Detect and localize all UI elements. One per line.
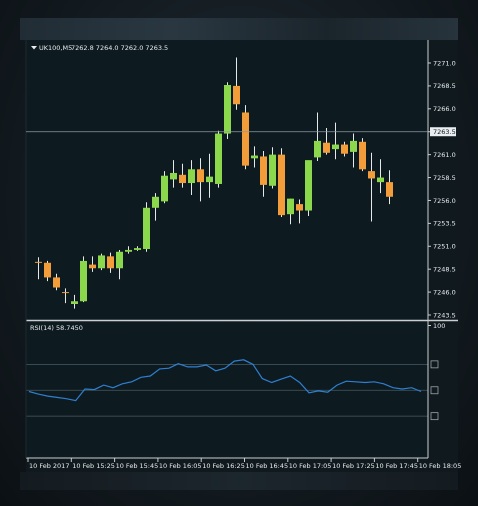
bull-candle bbox=[134, 248, 141, 250]
bull-candle bbox=[98, 255, 105, 269]
price-tick-label: 7248.5 bbox=[433, 265, 456, 273]
bear-candle bbox=[386, 182, 393, 197]
price-tick-label: 7268.5 bbox=[433, 82, 456, 90]
bull-candle bbox=[170, 172, 177, 180]
price-tick-label: 7261.0 bbox=[433, 151, 456, 159]
bull-candle bbox=[152, 196, 159, 208]
bear-candle bbox=[53, 277, 60, 288]
bear-candle bbox=[35, 261, 42, 263]
bear-candle bbox=[89, 264, 96, 269]
price-tick-label: 7258.5 bbox=[433, 174, 456, 182]
time-tick-label: 10 Feb 18:05 bbox=[419, 462, 462, 470]
rsi-label: RSI(14) 58.7450 bbox=[30, 324, 83, 332]
bull-candle bbox=[269, 154, 276, 186]
bull-candle bbox=[215, 133, 222, 184]
bear-candle bbox=[323, 142, 330, 153]
bull-candle bbox=[350, 140, 357, 152]
bear-candle bbox=[260, 156, 267, 185]
bull-candle bbox=[143, 207, 150, 250]
symbol-label: UK100,M5 bbox=[39, 44, 72, 52]
time-tick-label: 10 Feb 16:25 bbox=[202, 462, 245, 470]
bear-candle bbox=[233, 85, 240, 105]
time-tick-label: 10 Feb 15:45 bbox=[116, 462, 159, 470]
bear-candle bbox=[341, 144, 348, 154]
time-tick-label: 10 Feb 15:25 bbox=[72, 462, 115, 470]
bear-candle bbox=[242, 112, 249, 166]
bull-candle bbox=[314, 140, 321, 158]
bull-candle bbox=[206, 176, 213, 183]
bull-candle bbox=[71, 301, 78, 305]
time-tick-label: 10 Feb 17:45 bbox=[375, 462, 418, 470]
bull-candle bbox=[161, 175, 168, 202]
ohlc-label: 7262.8 7264.0 7262.0 7263.5 bbox=[71, 44, 168, 52]
bear-candle bbox=[62, 292, 69, 294]
current-price-label: 7263.5 bbox=[433, 128, 456, 136]
time-tick-label: 10 Feb 17:25 bbox=[332, 462, 375, 470]
time-tick-label: 10 Feb 16:45 bbox=[246, 462, 289, 470]
price-tick-label: 7251.0 bbox=[433, 243, 456, 251]
bull-candle bbox=[125, 249, 132, 252]
bear-candle bbox=[197, 169, 204, 183]
bull-candle bbox=[305, 160, 312, 211]
bear-candle bbox=[359, 141, 366, 170]
bull-candle bbox=[332, 144, 339, 150]
price-tick-label: 7266.0 bbox=[433, 105, 456, 113]
bull-candle bbox=[251, 155, 258, 159]
bull-candle bbox=[188, 169, 195, 184]
rsi-tick-label: 100 bbox=[433, 322, 445, 330]
price-tick-label: 7243.5 bbox=[433, 311, 456, 319]
bull-candle bbox=[116, 251, 123, 269]
time-tick-label: 10 Feb 2017 bbox=[29, 462, 69, 470]
price-tick-label: 7246.0 bbox=[433, 288, 456, 296]
price-tick-label: 7256.0 bbox=[433, 197, 456, 205]
bear-candle bbox=[179, 174, 186, 184]
trading-chart[interactable]: 7271.0 7268.5 7266.0 7263.5 7261.0 7258.5 7256… bbox=[0, 0, 478, 506]
bear-candle bbox=[44, 262, 51, 278]
price-tick-label: 7253.5 bbox=[433, 220, 456, 228]
price-tick-label: 7271.0 bbox=[433, 59, 456, 67]
time-tick-label: 10 Feb 17:05 bbox=[289, 462, 332, 470]
bear-candle bbox=[107, 256, 114, 269]
bull-candle bbox=[287, 198, 294, 215]
bull-candle bbox=[224, 84, 231, 134]
bear-candle bbox=[368, 171, 375, 179]
bull-candle bbox=[377, 177, 384, 183]
bear-candle bbox=[296, 204, 303, 211]
bull-candle bbox=[80, 260, 87, 302]
bear-candle bbox=[278, 154, 285, 216]
time-tick-label: 10 Feb 16:05 bbox=[159, 462, 202, 470]
